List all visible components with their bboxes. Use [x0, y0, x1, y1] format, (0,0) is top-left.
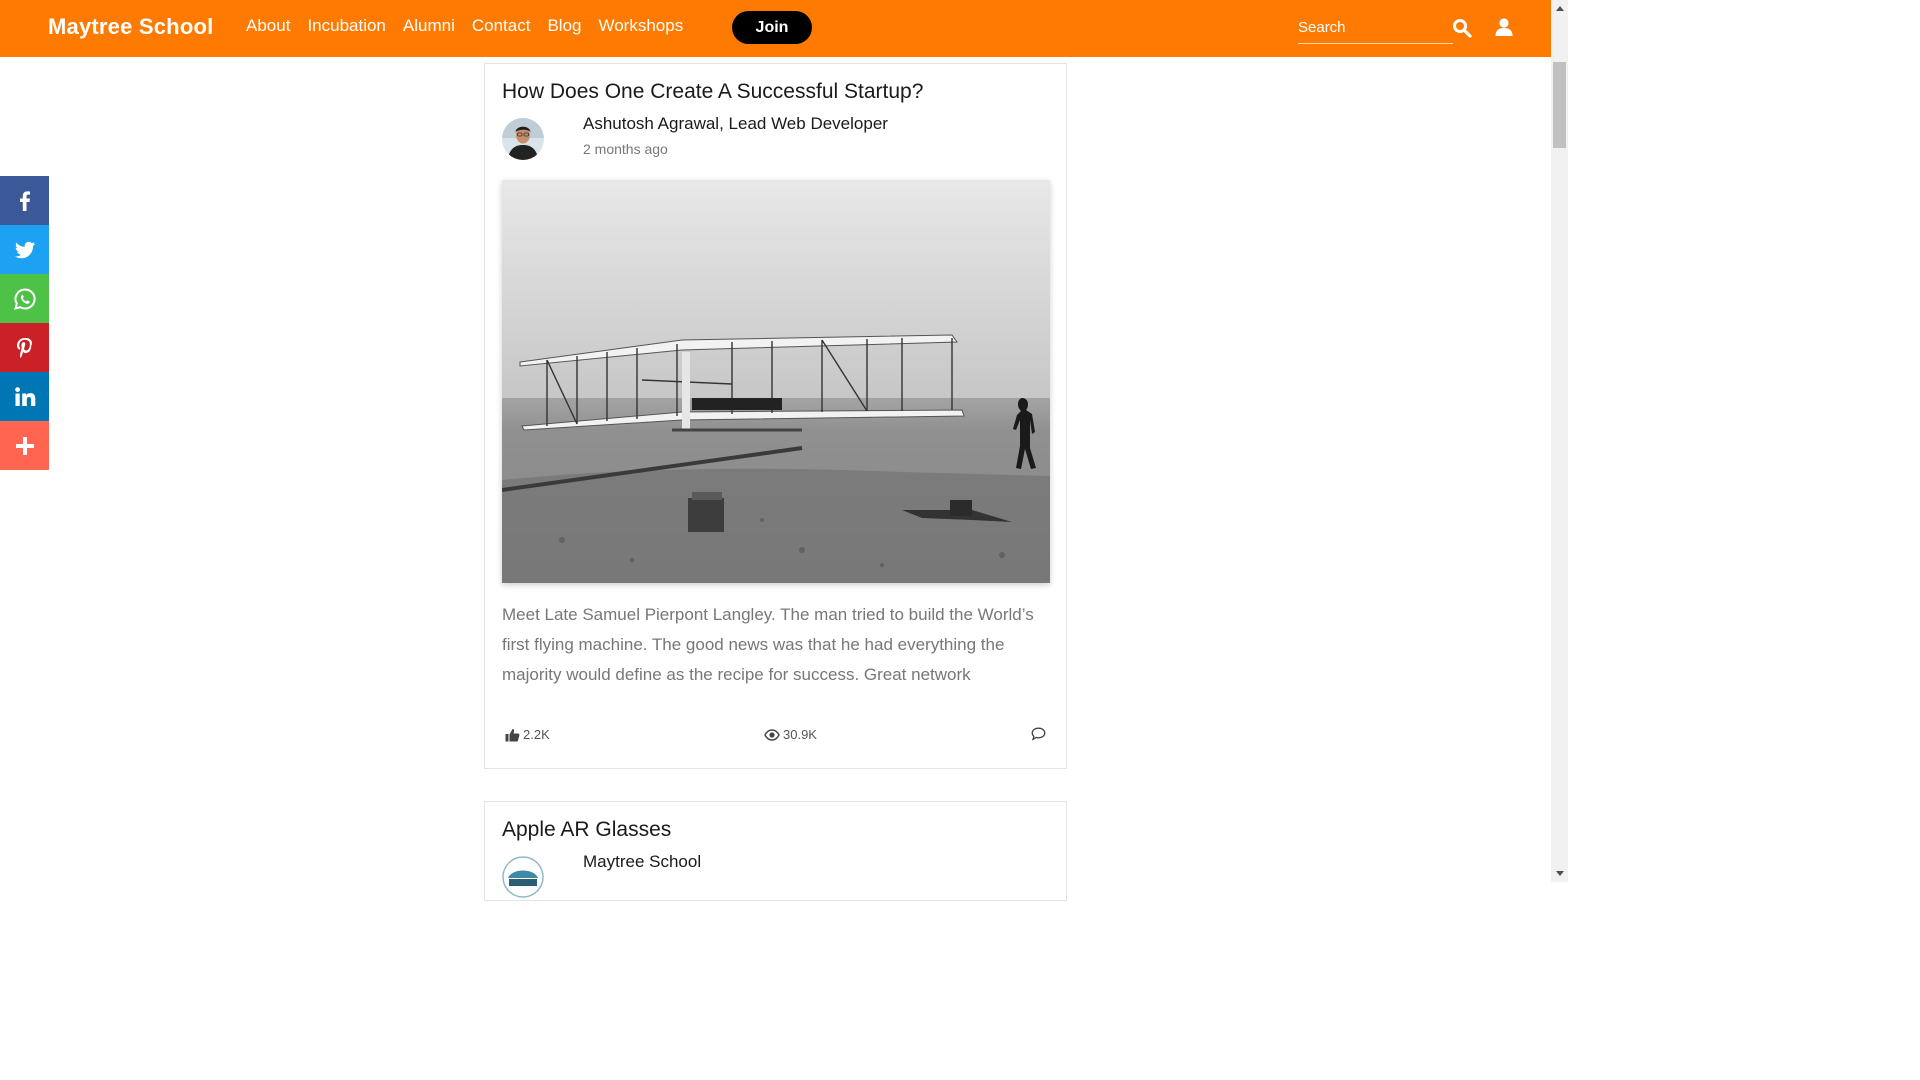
facebook-icon — [19, 190, 30, 211]
thumbs-up-icon — [505, 728, 520, 741]
post-title[interactable]: How Does One Create A Successful Startup… — [502, 80, 923, 104]
post-card[interactable]: Apple AR Glasses Maytree School — [484, 801, 1067, 901]
views-stat: 30.9K — [764, 727, 817, 742]
nav-blog[interactable]: Blog — [547, 16, 581, 36]
view-count: 30.9K — [783, 727, 817, 742]
post-author[interactable]: Ashutosh Agrawal, Lead Web Developer — [583, 114, 888, 134]
nav-about[interactable]: About — [246, 16, 290, 36]
page-scrollbar[interactable] — [1551, 0, 1568, 882]
author-avatar[interactable] — [502, 856, 544, 898]
like-button[interactable]: 2.2K — [505, 727, 550, 742]
post-excerpt: Meet Late Samuel Pierpont Langley. The m… — [502, 605, 1034, 684]
twitter-icon — [14, 241, 35, 258]
share-twitter-button[interactable] — [0, 225, 49, 274]
social-share-bar — [0, 176, 49, 470]
eye-icon — [764, 728, 780, 741]
post-time: 2 months ago — [583, 141, 668, 157]
search-box — [1298, 14, 1453, 44]
scroll-up-arrow-icon[interactable] — [1551, 0, 1568, 17]
scroll-thumb[interactable] — [1553, 62, 1566, 148]
user-icon[interactable] — [1494, 17, 1514, 37]
post-hero-image[interactable] — [502, 180, 1050, 583]
share-pinterest-button[interactable] — [0, 323, 49, 372]
main-nav: About Incubation Alumni Contact Blog Wor… — [246, 16, 700, 36]
nav-contact[interactable]: Contact — [472, 16, 531, 36]
share-linkedin-button[interactable] — [0, 372, 49, 421]
scroll-down-arrow-icon[interactable] — [1551, 865, 1568, 882]
airplane-photo — [502, 180, 1050, 583]
nav-incubation[interactable]: Incubation — [307, 16, 385, 36]
brand-logo[interactable]: Maytree School — [48, 14, 213, 40]
join-button[interactable]: Join — [732, 11, 812, 44]
like-count: 2.2K — [523, 727, 550, 742]
post-title[interactable]: Apple AR Glasses — [502, 818, 671, 842]
author-avatar[interactable] — [502, 118, 544, 160]
share-facebook-button[interactable] — [0, 176, 49, 225]
nav-alumni[interactable]: Alumni — [403, 16, 455, 36]
share-whatsapp-button[interactable] — [0, 274, 49, 323]
pinterest-icon — [16, 337, 32, 358]
share-more-button[interactable] — [0, 421, 49, 470]
whatsapp-icon — [13, 287, 36, 310]
nav-workshops[interactable]: Workshops — [598, 16, 683, 36]
search-icon[interactable] — [1452, 18, 1472, 38]
linkedin-icon — [14, 386, 35, 406]
top-navbar: Maytree School About Incubation Alumni C… — [0, 0, 1551, 57]
post-card[interactable]: How Does One Create A Successful Startup… — [484, 63, 1067, 769]
search-input[interactable] — [1298, 14, 1448, 40]
comment-icon — [1031, 727, 1046, 741]
post-author[interactable]: Maytree School — [583, 852, 701, 872]
plus-icon — [15, 436, 34, 455]
comment-button[interactable] — [1031, 727, 1049, 741]
